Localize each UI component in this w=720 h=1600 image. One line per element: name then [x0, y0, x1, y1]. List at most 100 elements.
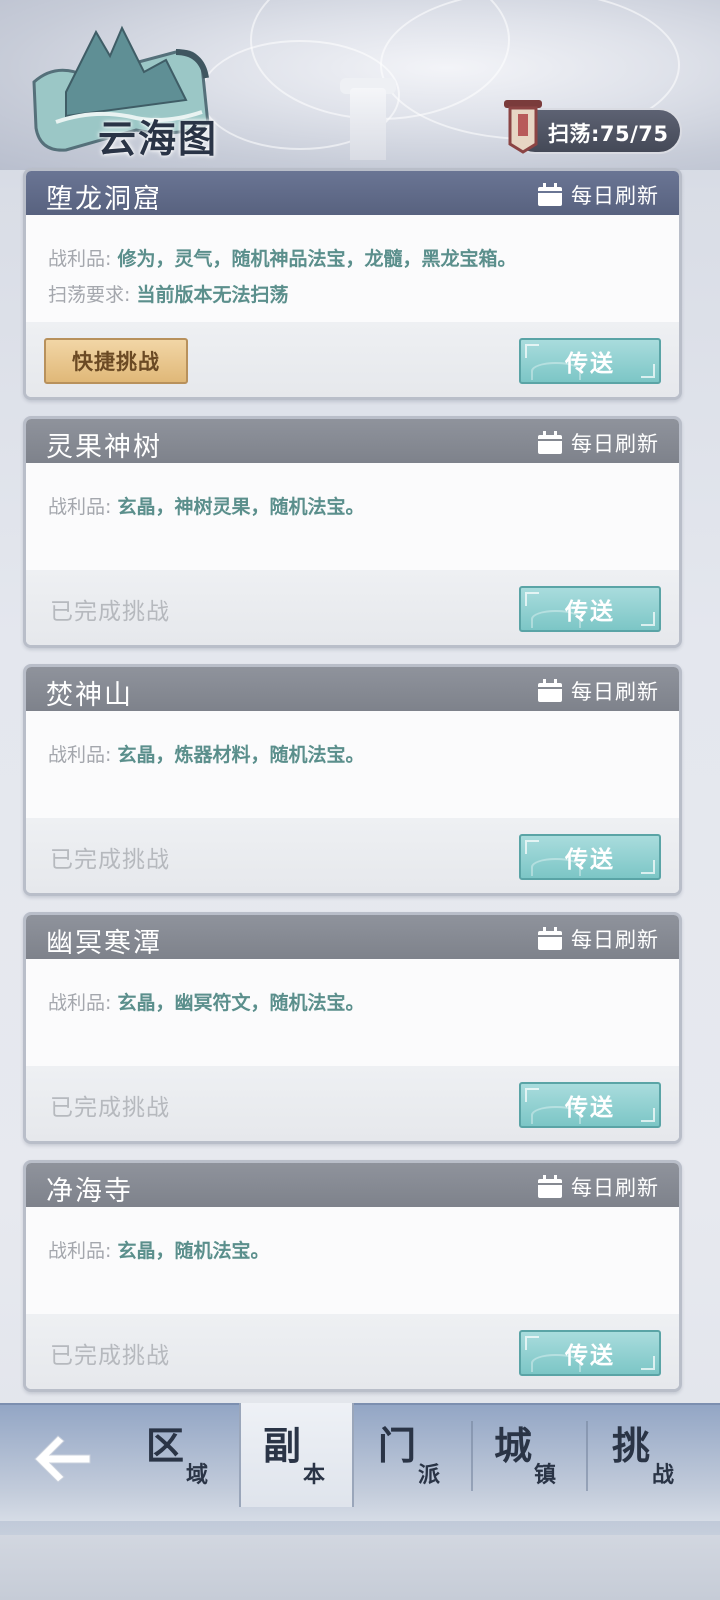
refresh-label: 每日刷新: [571, 432, 659, 456]
tab-challenge[interactable]: 挑 战: [590, 1403, 705, 1503]
loot-value: 修为，灵气，随机神品法宝，龙髓，黑龙宝箱。: [117, 248, 517, 270]
corner-ornament: [641, 1108, 655, 1122]
teleport-button[interactable]: 传送: [519, 338, 661, 384]
wave-ornament: [531, 362, 581, 380]
teleport-button[interactable]: 传送: [519, 1330, 661, 1376]
tab-dungeon-char: 副: [263, 1423, 302, 1468]
pagoda-tower: [350, 88, 386, 160]
refresh-info: 每日刷新: [537, 428, 659, 458]
dungeon-card-header: 焚神山 每日刷新: [26, 667, 679, 711]
refresh-label: 每日刷新: [571, 184, 659, 208]
dungeon-name: 幽冥寒潭: [46, 928, 162, 959]
tab-town-subchar: 镇: [534, 1462, 557, 1488]
wave-ornament: [531, 1354, 581, 1372]
loot-key: 战利品:: [48, 1240, 112, 1262]
loot-key: 战利品:: [48, 992, 112, 1014]
dungeon-card-body: 战利品: 修为，灵气，随机神品法宝，龙髓，黑龙宝箱。 扫荡要求: 当前版本无法扫…: [26, 215, 679, 322]
loot-line: 战利品: 玄晶，幽冥符文，随机法宝。: [48, 985, 679, 1021]
dungeon-card-header: 灵果神树 每日刷新: [26, 419, 679, 463]
dungeon-name: 堕龙洞窟: [46, 184, 162, 215]
tab-sect[interactable]: 门 派: [356, 1403, 471, 1503]
tab-challenge-char: 挑: [612, 1423, 651, 1468]
dungeon-card: 幽冥寒潭 每日刷新 战利品: 玄晶，幽冥符文，随机法宝。 已完成挑战 传送: [23, 912, 682, 1144]
teleport-button[interactable]: 传送: [519, 834, 661, 880]
tab-dungeon-subchar: 本: [303, 1462, 326, 1488]
corner-ornament: [525, 1336, 539, 1350]
tab-dungeon[interactable]: 副 本: [239, 1403, 354, 1507]
dungeon-card-footer: 已完成挑战 传送: [26, 1066, 679, 1141]
corner-ornament: [641, 612, 655, 626]
loot-key: 战利品:: [48, 496, 112, 518]
dungeon-card-footer: 已完成挑战 传送: [26, 1314, 679, 1389]
completed-status: 已完成挑战: [50, 599, 170, 625]
nav-footer: [0, 1535, 720, 1600]
tab-sect-subchar: 派: [418, 1462, 441, 1488]
refresh-label: 每日刷新: [571, 928, 659, 952]
dungeon-card-footer: 已完成挑战 传送: [26, 570, 679, 645]
calendar-icon: [538, 183, 562, 206]
refresh-label: 每日刷新: [571, 1176, 659, 1200]
loot-value: 玄晶，神树灵果，随机法宝。: [117, 496, 365, 518]
dungeon-card-footer: 已完成挑战 传送: [26, 818, 679, 893]
dungeon-list: 堕龙洞窟 每日刷新 战利品: 修为，灵气，随机神品法宝，龙髓，黑龙宝箱。 扫荡要…: [23, 168, 682, 1408]
dungeon-card-header: 净海寺 每日刷新: [26, 1163, 679, 1207]
tab-challenge-subchar: 战: [652, 1462, 675, 1488]
dungeon-card-header: 堕龙洞窟 每日刷新: [26, 171, 679, 215]
sweep-requirement-key: 扫荡要求:: [48, 284, 131, 306]
tab-region-subchar: 域: [186, 1462, 209, 1488]
dungeon-name: 灵果神树: [46, 432, 162, 463]
dungeon-card: 堕龙洞窟 每日刷新 战利品: 修为，灵气，随机神品法宝，龙髓，黑龙宝箱。 扫荡要…: [23, 168, 682, 400]
loot-key: 战利品:: [48, 248, 112, 270]
loot-key: 战利品:: [48, 744, 112, 766]
refresh-label: 每日刷新: [571, 680, 659, 704]
dungeon-card-header: 幽冥寒潭 每日刷新: [26, 915, 679, 959]
page-title: 云海图: [98, 116, 219, 161]
dungeon-card-footer: 快捷挑战 传送: [26, 322, 679, 397]
tab-separator: [586, 1421, 588, 1491]
completed-status: 已完成挑战: [50, 1343, 170, 1369]
loot-value: 玄晶，随机法宝。: [117, 1240, 270, 1262]
loot-line: 战利品: 玄晶，随机法宝。: [48, 1233, 679, 1269]
corner-ornament: [641, 860, 655, 874]
dungeon-card-body: 战利品: 玄晶，神树灵果，随机法宝。: [26, 463, 679, 570]
corner-ornament: [525, 592, 539, 606]
bottom-nav: 区 域 副 本 门 派 城 镇 挑 战: [0, 1403, 720, 1600]
loot-line: 战利品: 玄晶，神树灵果，随机法宝。: [48, 489, 679, 525]
loot-value: 玄晶，幽冥符文，随机法宝。: [117, 992, 365, 1014]
corner-ornament: [525, 840, 539, 854]
calendar-icon: [538, 431, 562, 454]
calendar-icon: [538, 927, 562, 950]
tab-sect-char: 门: [378, 1423, 417, 1468]
dungeon-card: 焚神山 每日刷新 战利品: 玄晶，炼器材料，随机法宝。 已完成挑战 传送: [23, 664, 682, 896]
dungeon-name: 净海寺: [46, 1176, 133, 1207]
quick-challenge-button[interactable]: 快捷挑战: [44, 338, 188, 384]
sweep-banner-icon: [504, 100, 542, 154]
calendar-icon: [538, 679, 562, 702]
tab-town-char: 城: [494, 1423, 533, 1468]
sweep-count-label: 扫荡:75/75: [548, 122, 669, 146]
teleport-button[interactable]: 传送: [519, 1082, 661, 1128]
refresh-info: 每日刷新: [537, 1172, 659, 1202]
wave-ornament: [531, 1106, 581, 1124]
dungeon-card: 灵果神树 每日刷新 战利品: 玄晶，神树灵果，随机法宝。 已完成挑战 传送: [23, 416, 682, 648]
completed-status: 已完成挑战: [50, 847, 170, 873]
corner-ornament: [525, 344, 539, 358]
tab-town[interactable]: 城 镇: [472, 1403, 587, 1503]
wave-ornament: [531, 858, 581, 876]
back-arrow-icon[interactable]: [32, 1433, 94, 1485]
corner-ornament: [525, 1088, 539, 1102]
loot-line: 战利品: 修为，灵气，随机神品法宝，龙髓，黑龙宝箱。: [48, 241, 679, 277]
refresh-info: 每日刷新: [537, 180, 659, 210]
dungeon-name: 焚神山: [46, 680, 133, 711]
sweep-requirement-line: 扫荡要求: 当前版本无法扫荡: [48, 277, 679, 313]
corner-ornament: [641, 364, 655, 378]
corner-ornament: [641, 1356, 655, 1370]
loot-value: 玄晶，炼器材料，随机法宝。: [117, 744, 365, 766]
dungeon-card: 净海寺 每日刷新 战利品: 玄晶，随机法宝。 已完成挑战 传送: [23, 1160, 682, 1392]
calendar-icon: [538, 1175, 562, 1198]
sweep-requirement-value: 当前版本无法扫荡: [136, 284, 289, 306]
tab-region[interactable]: 区 域: [124, 1403, 239, 1503]
refresh-info: 每日刷新: [537, 676, 659, 706]
refresh-info: 每日刷新: [537, 924, 659, 954]
teleport-button[interactable]: 传送: [519, 586, 661, 632]
